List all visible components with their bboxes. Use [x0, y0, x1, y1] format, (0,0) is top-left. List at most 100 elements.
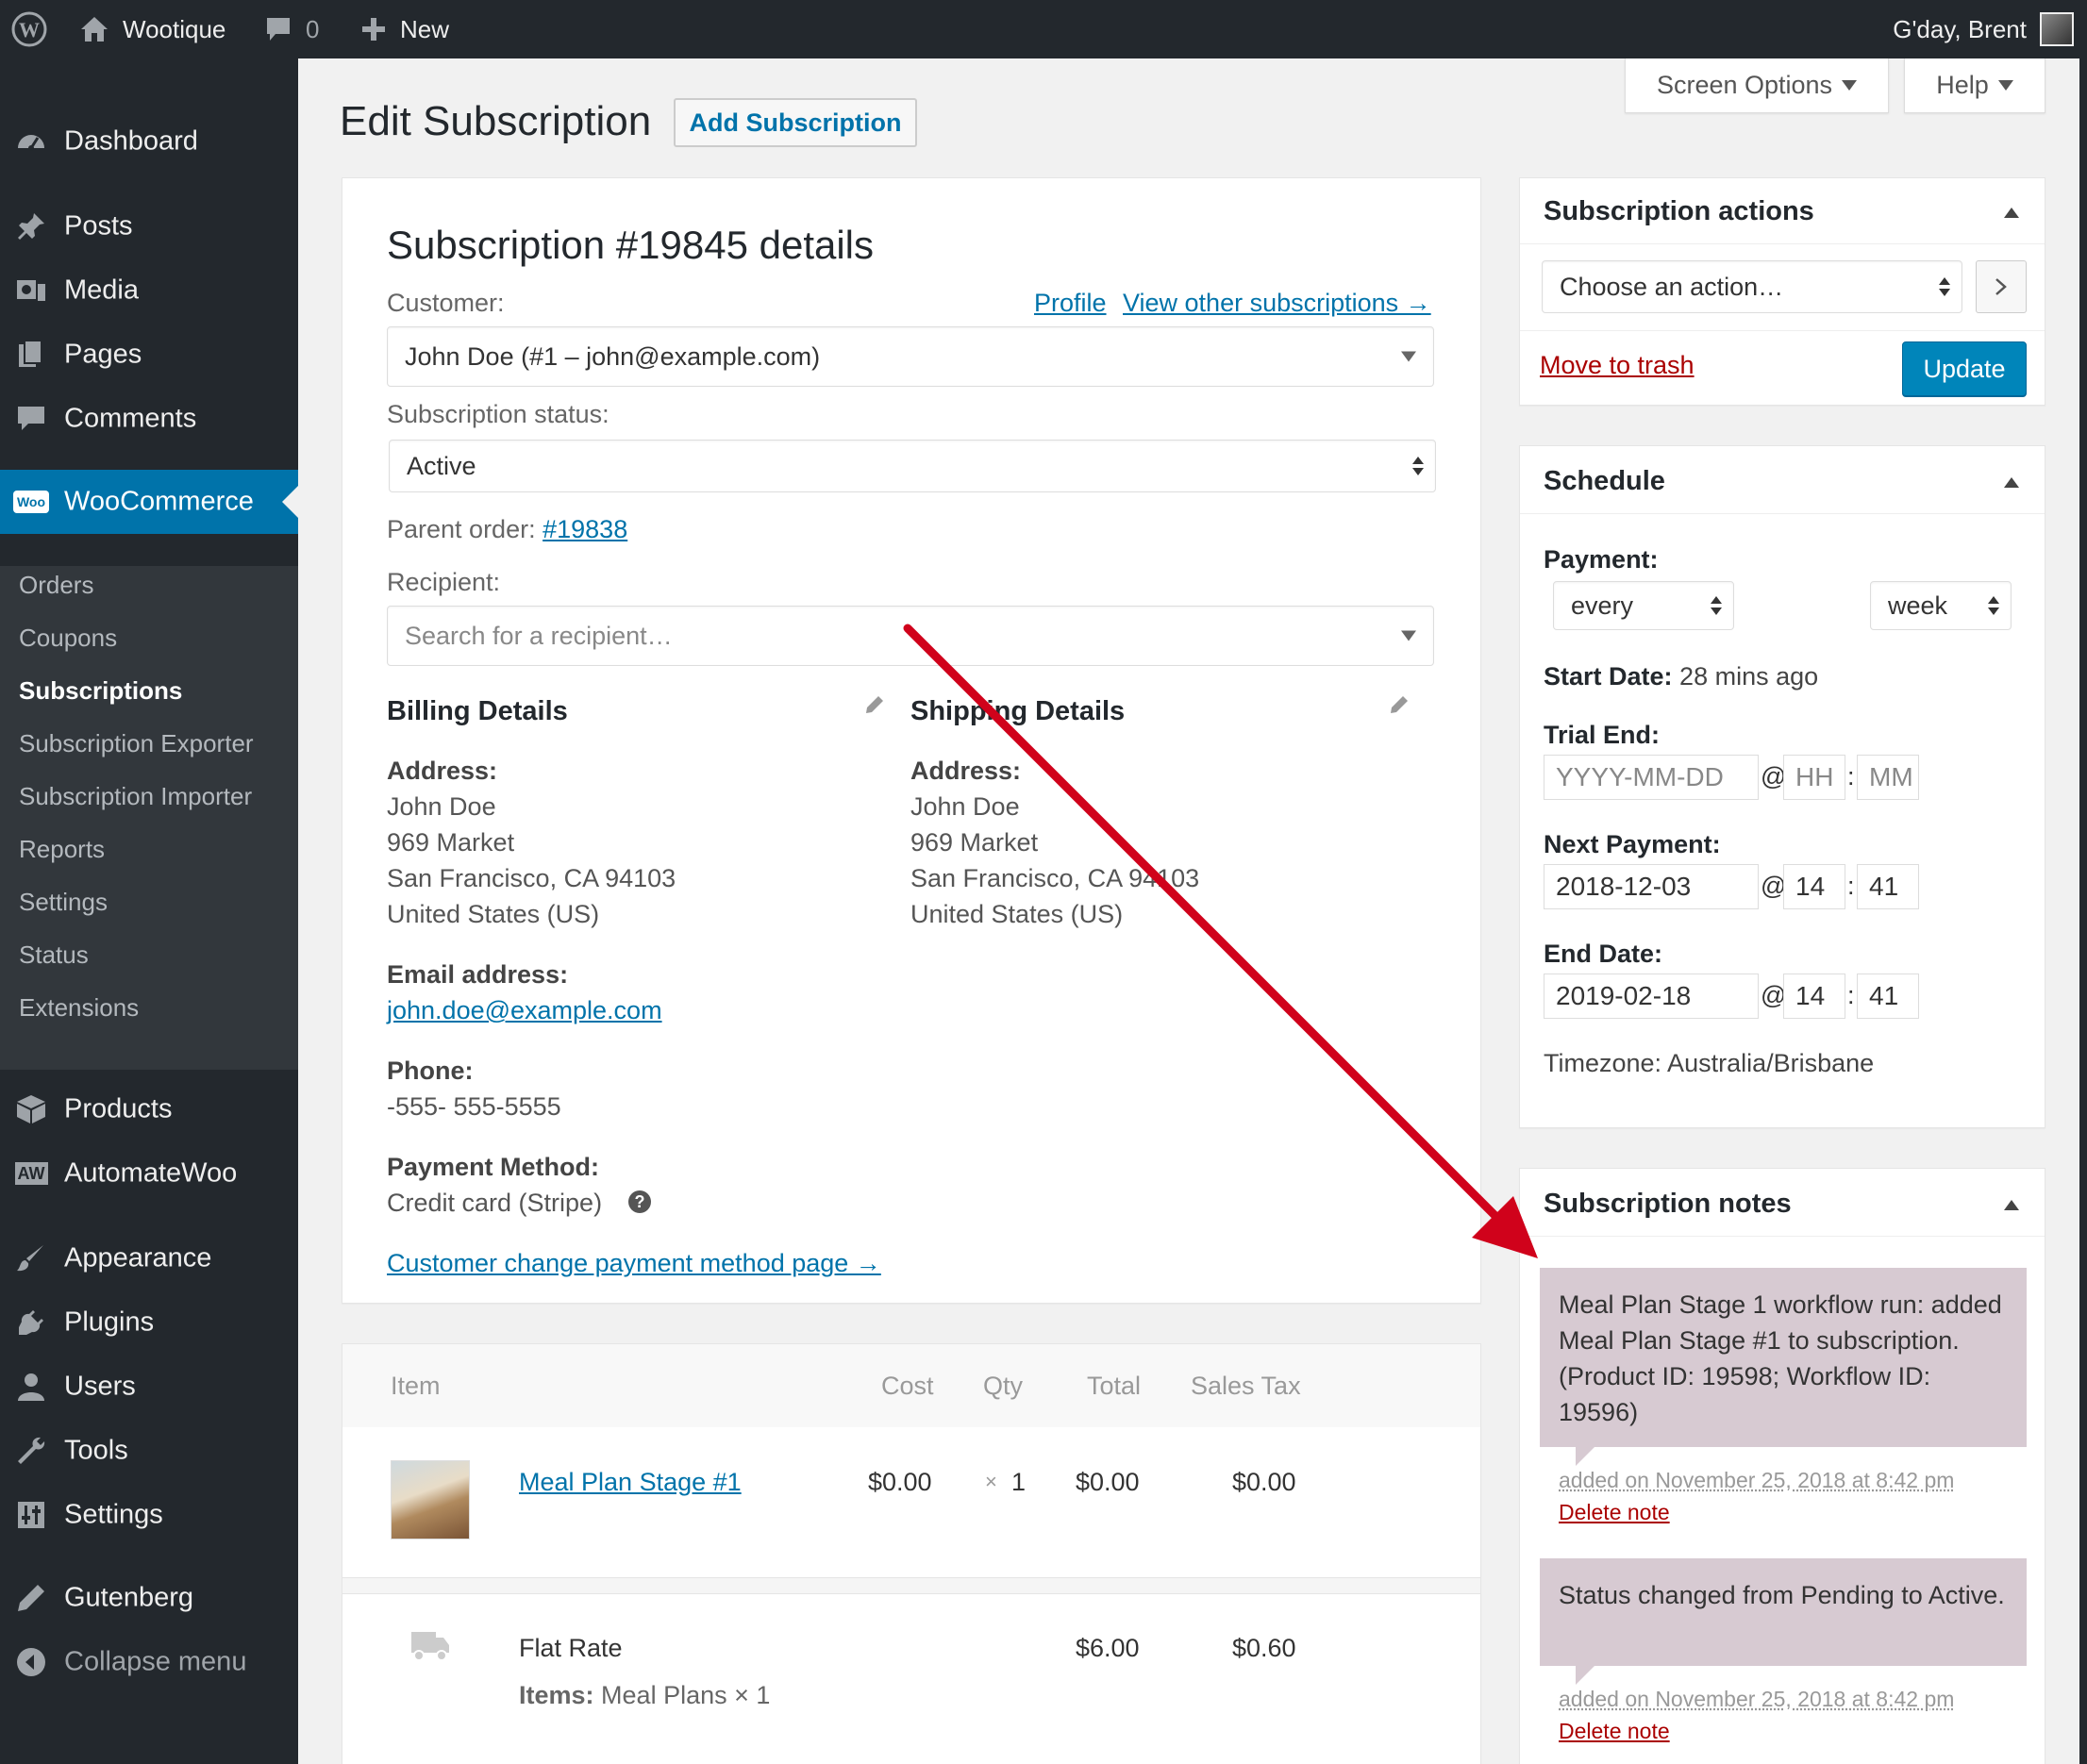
end-date-hour-input[interactable]: 14 [1783, 974, 1845, 1019]
sidebar-item-tools[interactable]: Tools [0, 1419, 298, 1483]
comments-link[interactable]: 0 [264, 0, 319, 58]
profile-link[interactable]: Profile [1034, 289, 1107, 318]
next-payment-date-input[interactable]: 2018-12-03 [1544, 864, 1759, 909]
trial-end-date-input[interactable]: YYYY-MM-DD [1544, 755, 1759, 800]
woo-icon: Woo [12, 484, 50, 520]
recipient-search-input[interactable]: Search for a recipient… [387, 606, 1434, 666]
submenu-extensions[interactable]: Extensions [19, 989, 139, 1026]
home-icon [81, 17, 108, 42]
customer-select[interactable]: John Doe (#1 – john@example.com) [387, 326, 1434, 387]
end-date-minute-input[interactable]: 41 [1857, 974, 1919, 1019]
note-meta: added on November 25, 2018 at 8:42 pm [1559, 1468, 1955, 1492]
shipping-address-line: United States (US) [910, 900, 1124, 928]
new-content-link[interactable]: New [360, 0, 449, 58]
account-menu[interactable]: G'day, Brent [1893, 0, 2074, 58]
email-label: Email address: [387, 960, 569, 989]
wordpress-logo-icon[interactable]: W [11, 0, 47, 58]
column-header-qty: Qty [983, 1372, 1024, 1400]
billing-details-title: Billing Details [387, 696, 568, 726]
item-cost: $0.00 [868, 1468, 932, 1496]
billing-address-line: United States (US) [387, 900, 600, 928]
submenu-subscriptions[interactable]: Subscriptions [19, 672, 182, 709]
admin-sidebar: Dashboard Posts Media Pages Comments Woo… [0, 58, 298, 1764]
shipping-method-name: Flat Rate [519, 1634, 623, 1662]
sidebar-item-woocommerce[interactable]: Woo WooCommerce [0, 470, 298, 534]
brush-icon [13, 1240, 49, 1276]
divider [1520, 243, 2045, 244]
column-header-cost: Cost [881, 1372, 934, 1400]
sidebar-item-users[interactable]: Users [0, 1355, 298, 1419]
submenu-settings[interactable]: Settings [19, 883, 108, 921]
view-other-subscriptions-link[interactable]: View other subscriptions → [1123, 289, 1431, 318]
help-button[interactable]: Help [1904, 58, 2045, 113]
sidebar-item-dashboard[interactable]: Dashboard [0, 109, 298, 174]
greeting: G'day, Brent [1893, 14, 2027, 43]
move-to-trash-link[interactable]: Move to trash [1540, 351, 1695, 380]
new-label: New [400, 14, 450, 43]
trial-end-minute-input[interactable]: MM [1857, 755, 1919, 800]
phone-value: -555- 555-5555 [387, 1092, 561, 1121]
site-name-link[interactable]: Wootique [79, 0, 225, 58]
product-name-link[interactable]: Meal Plan Stage #1 [519, 1468, 742, 1497]
change-payment-method-link[interactable]: Customer change payment method page → [387, 1249, 881, 1278]
billing-period-select[interactable]: week [1870, 581, 2012, 630]
submenu-subscription-importer[interactable]: Subscription Importer [19, 777, 252, 815]
submenu-status[interactable]: Status [19, 936, 89, 974]
payment-method-value: Credit card (Stripe) [387, 1189, 603, 1217]
sidebar-item-plugins[interactable]: Plugins [0, 1290, 298, 1355]
pin-icon [13, 208, 49, 244]
sidebar-item-appearance[interactable]: Appearance [0, 1226, 298, 1290]
screen-options-button[interactable]: Screen Options [1625, 58, 1889, 113]
email-link[interactable]: john.doe@example.com [387, 996, 662, 1025]
edit-shipping-pencil-icon[interactable] [1389, 694, 1410, 720]
edit-billing-pencil-icon[interactable] [864, 694, 885, 720]
shipping-address-line: 969 Market [910, 828, 1039, 857]
sidebar-item-pages[interactable]: Pages [0, 323, 298, 387]
collapse-menu-button[interactable]: Collapse menu [0, 1630, 298, 1694]
sidebar-item-products[interactable]: Products [0, 1077, 298, 1141]
subscription-actions-title: Subscription actions [1544, 196, 1814, 226]
sidebar-item-media[interactable]: Media [0, 258, 298, 323]
update-button[interactable]: Update [1902, 341, 2027, 396]
updown-arrows-icon [1412, 457, 1424, 475]
next-payment-minute-input[interactable]: 41 [1857, 864, 1919, 909]
submenu-subscription-exporter[interactable]: Subscription Exporter [19, 724, 254, 762]
collapse-toggle-icon[interactable] [2004, 477, 2019, 488]
submenu-reports[interactable]: Reports [19, 830, 105, 868]
sidebar-item-gutenberg[interactable]: Gutenberg [0, 1566, 298, 1630]
subscription-notes-box [1519, 1168, 2045, 1764]
subscription-notes-title: Subscription notes [1544, 1189, 1792, 1219]
end-date-input[interactable]: 2019-02-18 [1544, 974, 1759, 1019]
apply-action-button[interactable] [1976, 260, 2027, 313]
help-tip-icon[interactable]: ? [628, 1190, 651, 1213]
customer-label: Customer: [387, 289, 505, 317]
wrench-icon [13, 1433, 49, 1469]
add-subscription-button[interactable]: Add Subscription [674, 98, 917, 147]
chevron-down-icon [1401, 630, 1416, 641]
timezone: Timezone: Australia/Brisbane [1544, 1049, 1875, 1077]
sidebar-item-posts[interactable]: Posts [0, 194, 298, 258]
action-select[interactable]: Choose an action… [1542, 260, 1962, 313]
status-select[interactable]: Active [389, 440, 1436, 492]
delete-note-link[interactable]: Delete note [1559, 1500, 1670, 1525]
shipping-tax: $0.60 [1232, 1634, 1296, 1662]
next-payment-label: Next Payment: [1544, 830, 1721, 858]
delete-note-link[interactable]: Delete note [1559, 1719, 1670, 1744]
collapse-toggle-icon[interactable] [2004, 208, 2019, 218]
plug-icon [13, 1305, 49, 1340]
trial-end-hour-input[interactable]: HH [1783, 755, 1845, 800]
sidebar-item-settings[interactable]: Settings [0, 1483, 298, 1547]
row-divider [342, 1577, 1480, 1594]
submenu-coupons[interactable]: Coupons [19, 619, 117, 657]
billing-interval-select[interactable]: every [1553, 581, 1734, 630]
parent-order-link[interactable]: #19838 [543, 515, 627, 543]
end-date-label: End Date: [1544, 940, 1663, 968]
collapse-toggle-icon[interactable] [2004, 1200, 2019, 1210]
next-payment-hour-input[interactable]: 14 [1783, 864, 1845, 909]
schedule-title: Schedule [1544, 466, 1665, 496]
submenu-orders[interactable]: Orders [19, 566, 93, 604]
sidebar-item-automatewoo[interactable]: AW AutomateWoo [0, 1141, 298, 1206]
sidebar-item-comments[interactable]: Comments [0, 387, 298, 451]
product-thumbnail[interactable] [391, 1460, 470, 1539]
shipping-address-line: San Francisco, CA 94103 [910, 864, 1200, 892]
